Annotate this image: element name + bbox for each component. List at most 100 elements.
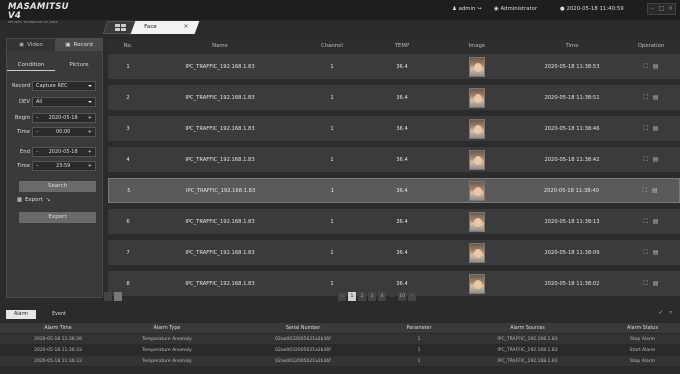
search-button[interactable]: Search bbox=[19, 181, 96, 192]
save-icon[interactable]: ▤ bbox=[653, 94, 659, 102]
cell-name: IPC_TRAFFIC_192.168.1.83 bbox=[185, 249, 255, 256]
prev-page-icon[interactable]: ‹ bbox=[338, 292, 346, 301]
table-row[interactable]: 6 IPC_TRAFFIC_192.168.1.83 1 36.4 2020-05-18… bbox=[108, 209, 680, 234]
save-icon[interactable]: ▤ bbox=[653, 63, 659, 71]
export-options[interactable]: ▩ Export ↘ bbox=[17, 197, 50, 203]
tab-condition[interactable]: Condition bbox=[7, 59, 55, 71]
close-tab-icon[interactable]: × bbox=[183, 23, 188, 30]
alarm-status: Stop Alarm bbox=[630, 358, 655, 364]
tab-record[interactable]: ▣ Record bbox=[55, 39, 103, 51]
cell-channel: 1 bbox=[330, 63, 334, 70]
table-row[interactable]: 2 IPC_TRAFFIC_192.168.1.83 1 36.4 2020-05-18… bbox=[108, 85, 680, 110]
table-row[interactable]: 5 IPC_TRAFFIC_192.168.1.83 1 36.4 2020-05-18… bbox=[108, 178, 680, 203]
save-icon[interactable]: ▤ bbox=[653, 280, 659, 288]
page-4[interactable]: 4 bbox=[378, 292, 386, 301]
page-size-select[interactable] bbox=[114, 292, 122, 301]
minus-icon[interactable]: – bbox=[36, 163, 39, 169]
save-icon[interactable]: ▤ bbox=[653, 125, 659, 133]
expand-icon[interactable]: ⛶ bbox=[644, 280, 648, 288]
export-label: Export bbox=[25, 197, 43, 203]
tab-event[interactable]: Event bbox=[44, 310, 74, 319]
table-row[interactable]: 7 IPC_TRAFFIC_192.168.1.83 1 36.4 2020-05-18… bbox=[108, 240, 680, 265]
expand-icon[interactable]: ⛶ bbox=[644, 218, 648, 226]
tab-record-label: Record bbox=[73, 42, 93, 48]
end-date-value: 2020-05-18 bbox=[48, 149, 78, 155]
expand-icon[interactable]: ⛶ bbox=[644, 125, 648, 133]
save-icon[interactable]: ▤ bbox=[653, 249, 659, 257]
minus-icon[interactable]: – bbox=[36, 115, 39, 121]
page-1[interactable]: 1 bbox=[348, 292, 356, 301]
table-row[interactable]: 4 IPC_TRAFFIC_192.168.1.83 1 36.4 2020-05-18… bbox=[108, 147, 680, 172]
restore-icon[interactable]: □ bbox=[657, 4, 666, 14]
begin-date-stepper[interactable]: – 2020-05-18 + bbox=[32, 113, 96, 123]
face-thumbnail[interactable] bbox=[469, 149, 485, 170]
face-thumbnail[interactable] bbox=[469, 56, 485, 77]
user-info[interactable]: ♟ admin ↪ bbox=[452, 6, 482, 12]
face-thumbnail[interactable] bbox=[469, 242, 485, 263]
tab-alarm[interactable]: Alarm bbox=[6, 310, 36, 319]
plus-icon[interactable]: + bbox=[88, 115, 92, 121]
cell-operation: ⛶ ▤ bbox=[622, 218, 680, 226]
face-thumbnail[interactable] bbox=[468, 180, 485, 201]
end-date-stepper[interactable]: – 2020-05-18 + bbox=[32, 147, 96, 157]
tab-picture[interactable]: Picture bbox=[55, 59, 103, 71]
filter-icon[interactable]: ▿ bbox=[669, 310, 672, 316]
logout-icon[interactable]: ↪ bbox=[477, 6, 482, 12]
face-thumbnail[interactable] bbox=[469, 273, 485, 294]
col-parameter: Parameter bbox=[406, 325, 432, 331]
save-icon[interactable]: ▤ bbox=[652, 187, 658, 195]
cell-channel: 1 bbox=[330, 218, 334, 225]
cell-temp: 36.4 bbox=[396, 94, 408, 101]
face-thumbnail[interactable] bbox=[469, 87, 485, 108]
cell-time: 2020-05-18 11:38:40 bbox=[543, 187, 599, 194]
page-size-control[interactable] bbox=[104, 292, 122, 301]
page-10[interactable]: 10 bbox=[398, 292, 406, 301]
close-icon[interactable]: × bbox=[666, 4, 675, 14]
table-row[interactable]: 1 IPC_TRAFFIC_192.168.1.83 1 36.4 2020-05-18… bbox=[108, 54, 680, 79]
begin-time-stepper[interactable]: – 00:00 + bbox=[32, 127, 96, 137]
brand-tagline: SECURITY TECHNOLOGY OF JAPAN bbox=[8, 21, 58, 24]
expand-icon[interactable]: ⛶ bbox=[644, 63, 648, 71]
plus-icon[interactable]: + bbox=[88, 163, 92, 169]
expand-icon[interactable]: ⛶ bbox=[644, 156, 648, 164]
alarm-row[interactable]: 2020-05-18 11:36:33 Temperature Anomaly 02… bbox=[0, 345, 680, 355]
alarm-row[interactable]: 2020-05-18 11:36:33 Temperature Anomaly 02… bbox=[0, 356, 680, 366]
save-icon[interactable]: ▤ bbox=[653, 218, 659, 226]
end-time-stepper[interactable]: – 23:59 + bbox=[32, 161, 96, 171]
cell-operation: ⛶ ▤ bbox=[622, 280, 680, 288]
minimize-icon[interactable]: – bbox=[648, 4, 657, 14]
page-ellipsis: ... bbox=[389, 294, 395, 299]
alarm-row[interactable]: 2020-05-18 11:36:39 Temperature Anomaly 02… bbox=[0, 334, 680, 344]
minus-icon[interactable]: – bbox=[36, 149, 39, 155]
alarm-tools: ✓ ▿ bbox=[659, 310, 672, 316]
plus-icon[interactable]: + bbox=[88, 129, 92, 135]
plus-icon[interactable]: + bbox=[88, 149, 92, 155]
cell-time: 2020-05-18 11:38:02 bbox=[544, 280, 600, 287]
page-size-prev[interactable] bbox=[104, 292, 112, 301]
begin-time-row: Time – 00:00 + bbox=[12, 127, 96, 137]
save-icon[interactable]: ▤ bbox=[653, 156, 659, 164]
page-3[interactable]: 3 bbox=[368, 292, 376, 301]
minus-icon[interactable]: – bbox=[36, 129, 39, 135]
device-select[interactable]: All bbox=[32, 97, 96, 107]
export-button[interactable]: Export bbox=[19, 212, 96, 223]
next-page-icon[interactable]: › bbox=[408, 292, 416, 301]
brand-name: MASAMITSU V4 bbox=[8, 2, 69, 21]
cell-no: 5 bbox=[127, 187, 131, 194]
tab-face[interactable]: Face × bbox=[130, 21, 200, 34]
table-row[interactable]: 3 IPC_TRAFFIC_192.168.1.83 1 36.4 2020-05-18… bbox=[108, 116, 680, 141]
expand-icon[interactable]: ⛶ bbox=[643, 187, 647, 195]
face-thumbnail[interactable] bbox=[469, 211, 485, 232]
page-2[interactable]: 2 bbox=[358, 292, 366, 301]
cell-temp: 36.4 bbox=[396, 249, 408, 256]
begin-label: Begin bbox=[14, 115, 30, 121]
expand-icon[interactable]: ⛶ bbox=[644, 94, 648, 102]
record-type-select[interactable]: Capture REC bbox=[32, 81, 96, 91]
expand-icon[interactable]: ⛶ bbox=[644, 249, 648, 257]
clear-icon[interactable]: ✓ bbox=[659, 310, 664, 316]
alarm-time: 2020-05-18 11:36:33 bbox=[34, 347, 82, 353]
tab-video[interactable]: ◉ Video bbox=[7, 39, 55, 51]
chevron-down-icon bbox=[88, 101, 92, 103]
col-name: Name bbox=[212, 43, 228, 49]
face-thumbnail[interactable] bbox=[469, 118, 485, 139]
